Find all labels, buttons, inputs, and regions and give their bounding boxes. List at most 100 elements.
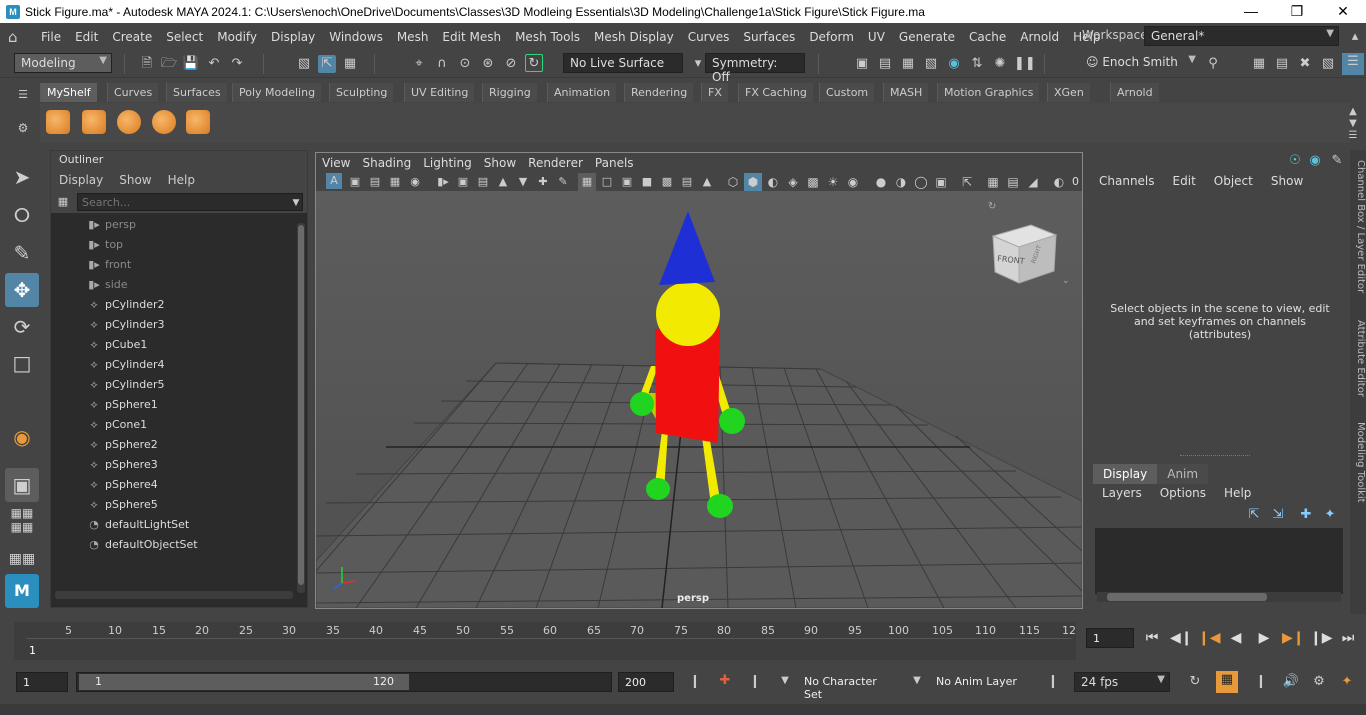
viewport-menu-shading[interactable]: Shading [356, 156, 417, 170]
menu-display[interactable]: Display [264, 30, 322, 44]
shelf-tab-fx[interactable]: FX [701, 83, 728, 102]
menu-modify[interactable]: Modify [210, 30, 264, 44]
light-icon[interactable]: ☀ [824, 173, 842, 191]
outliner-item-defaultobjectset[interactable]: ◔ defaultObjectSet [51, 535, 297, 555]
new-layer-icon[interactable]: ✚ [1297, 506, 1315, 524]
channelbox-menu-channels[interactable]: Channels [1090, 174, 1164, 188]
channelbox-menu-show[interactable]: Show [1262, 174, 1312, 188]
outliner-item-pcylinder3[interactable]: ⟡ pCylinder3 [51, 315, 297, 335]
arnold-render-icon[interactable]: ◉ [945, 55, 963, 73]
viewport-menu-view[interactable]: View [316, 156, 356, 170]
range-slider-track[interactable]: 1 120 [76, 672, 612, 692]
redo-icon[interactable]: ↷ [228, 55, 246, 73]
shelf-tab-rigging[interactable]: Rigging [482, 83, 537, 102]
attribute-editor-icon[interactable]: ▤ [1273, 55, 1291, 73]
shelf-tab-custom[interactable]: Custom [819, 83, 875, 102]
shelf-tab-motion-graphics[interactable]: Motion Graphics [937, 83, 1040, 102]
shelf-tab-xgen[interactable]: XGen [1047, 83, 1090, 102]
select-camera-icon[interactable]: A [326, 173, 342, 189]
layer-editor-icon[interactable]: ☰ [1342, 53, 1364, 75]
wireframe-icon[interactable]: □ [598, 173, 616, 191]
layer-hscrollbar[interactable] [1097, 592, 1341, 602]
safe-action-icon[interactable]: ▼ [514, 173, 532, 191]
camera-zoom-icon[interactable]: ▤ [1004, 173, 1022, 191]
menu-arnold[interactable]: Arnold [1013, 30, 1066, 44]
menu-surfaces[interactable]: Surfaces [736, 30, 802, 44]
single-pane-layout-icon[interactable]: ▣ [5, 468, 39, 502]
ambient-occlusion-icon[interactable]: ◐ [764, 173, 782, 191]
motion-blur-icon[interactable]: ◉ [844, 173, 862, 191]
play-forwards-icon[interactable]: ▶ [1254, 628, 1274, 648]
filter-icon[interactable]: ▦ [54, 193, 72, 211]
menu-mesh-tools[interactable]: Mesh Tools [508, 30, 587, 44]
chevron-down-icon[interactable]: ⌄ [1062, 276, 1070, 286]
viewport-menu-lighting[interactable]: Lighting [417, 156, 478, 170]
tool-icon[interactable]: ◉ [1306, 152, 1324, 170]
select-component-icon[interactable]: ▦ [341, 55, 359, 73]
image-plane-icon[interactable]: ▦ [386, 173, 404, 191]
step-forward-key-icon[interactable]: ▶❙ [1282, 628, 1305, 648]
go-to-end-icon[interactable]: ⏭ [1338, 628, 1358, 648]
hypershade-icon[interactable]: ▧ [922, 55, 940, 73]
loop-icon[interactable]: ↻ [1186, 673, 1204, 691]
move-layer-up-icon[interactable]: ⇱ [1245, 506, 1263, 524]
outliner-item-pcube1[interactable]: ⟡ pCube1 [51, 335, 297, 355]
shelf-tab-animation[interactable]: Animation [547, 83, 617, 102]
snap-curve-icon[interactable]: ∩ [433, 55, 451, 73]
menu-file[interactable]: File [34, 30, 68, 44]
camera-pan-icon[interactable]: ▦ [984, 173, 1002, 191]
channelbox-menu-object[interactable]: Object [1205, 174, 1262, 188]
edit-icon[interactable]: ✎ [1328, 152, 1346, 170]
isolate-select-icon[interactable]: ● [872, 173, 890, 191]
depth-of-field-icon[interactable]: ▩ [804, 173, 822, 191]
outliner-item-pcylinder5[interactable]: ⟡ pCylinder5 [51, 375, 297, 395]
pause-icon[interactable]: ❚❚ [1014, 55, 1036, 73]
menu-edit-mesh[interactable]: Edit Mesh [435, 30, 508, 44]
pencil-icon[interactable]: ✎ [554, 173, 572, 191]
menu-deform[interactable]: Deform [802, 30, 861, 44]
time-slider-track[interactable]: 5 10 15 20 25 30 35 40 45 50 55 60 65 70… [14, 622, 1076, 660]
chevron-down-icon[interactable]: ▼ [776, 672, 794, 690]
fps-dropdown[interactable]: 24 fps ▼ [1074, 672, 1170, 692]
step-back-frame-icon[interactable]: ◀❙ [1170, 628, 1193, 648]
menu-create[interactable]: Create [105, 30, 159, 44]
outliner-item-front[interactable]: ▮▸ front [51, 255, 297, 275]
field-chart-icon[interactable]: ▲ [494, 173, 512, 191]
shelf-tab-mash[interactable]: MASH [883, 83, 929, 102]
move-tool-icon[interactable]: ✥ [5, 273, 39, 307]
chevron-down-icon[interactable]: ▼ [287, 194, 305, 212]
gate-mask-icon[interactable]: ▤ [474, 173, 492, 191]
sound-icon[interactable]: 🔊 [1282, 673, 1300, 691]
menu-generate[interactable]: Generate [892, 30, 962, 44]
symmetry-dropdown[interactable]: Symmetry: Off [705, 53, 805, 84]
tool-settings-icon[interactable]: ✖ [1296, 55, 1314, 73]
step-back-key-icon[interactable]: ❙◀ [1198, 628, 1221, 648]
animation-preferences-icon[interactable]: ⚙ [1310, 673, 1328, 691]
grid-icon[interactable]: ▦ [578, 173, 596, 191]
poly-sphere-tool-icon[interactable]: ◉ [5, 420, 39, 454]
manipulator-icon[interactable]: ⇱ [958, 173, 976, 191]
cached-playback-icon[interactable]: ▦ [1216, 671, 1238, 693]
snap-live-icon[interactable]: ↻ [525, 54, 543, 72]
play-backwards-icon[interactable]: ◀ [1226, 628, 1246, 648]
layer-menu-options[interactable]: Options [1151, 486, 1215, 500]
film-gate-icon[interactable]: ▮▸ [434, 173, 452, 191]
outliner-item-psphere1[interactable]: ⟡ pSphere1 [51, 395, 297, 415]
snap-grid-icon[interactable]: ⌖ [410, 55, 428, 73]
menu-select[interactable]: Select [159, 30, 210, 44]
outliner-item-pcylinder2[interactable]: ⟡ pCylinder2 [51, 295, 297, 315]
shadows-icon[interactable]: ▲ [698, 173, 716, 191]
render-settings-icon[interactable]: ▣ [853, 55, 871, 73]
viewport-menu-renderer[interactable]: Renderer [522, 156, 589, 170]
hud-icon[interactable]: ▣ [932, 173, 950, 191]
poly-cone-icon[interactable] [46, 110, 70, 134]
outliner-scrollbar[interactable] [297, 223, 305, 593]
menu-windows[interactable]: Windows [322, 30, 390, 44]
xray-icon[interactable]: ⬡ [724, 173, 742, 191]
flow-icon[interactable]: ✺ [991, 55, 1009, 73]
channel-box-icon[interactable]: ▧ [1319, 55, 1337, 73]
select-hierarchy-icon[interactable]: ▧ [295, 55, 313, 73]
layer-hscrollbar-thumb[interactable] [1107, 593, 1267, 601]
end-time-field[interactable]: 200 [618, 672, 674, 692]
outliner-scrollbar-thumb[interactable] [298, 225, 304, 585]
